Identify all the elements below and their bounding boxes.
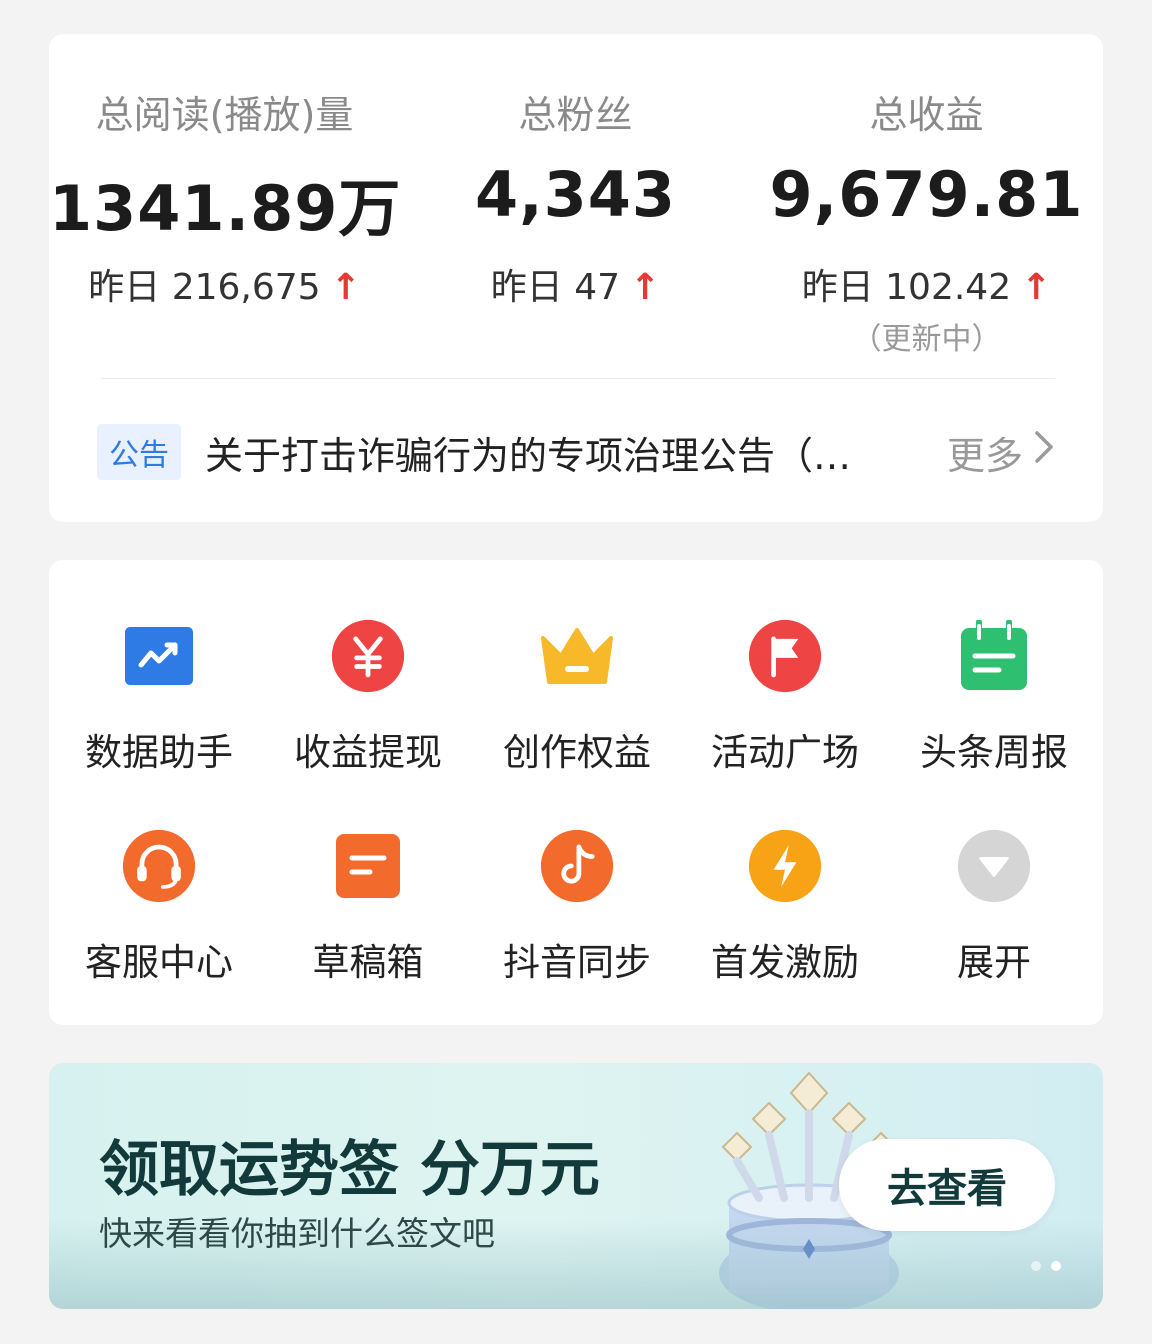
more-link[interactable]: 更多 xyxy=(947,425,1055,480)
stat-yesterday-text: 昨日 216,675 xyxy=(88,267,321,308)
stat-yesterday-text: 昨日 47 xyxy=(490,267,621,308)
tool-creator-rights[interactable]: 创作权益 xyxy=(472,618,682,776)
expand-icon xyxy=(956,828,1032,904)
expand-button[interactable]: 展开 xyxy=(889,828,1099,986)
tool-label: 收益提现 xyxy=(294,731,442,774)
chevron-right-icon xyxy=(1033,429,1055,475)
tool-label: 活动广场 xyxy=(711,731,859,774)
tool-label: 客服中心 xyxy=(85,941,233,984)
tool-data-assistant[interactable]: 数据助手 xyxy=(54,618,264,776)
announcement-text[interactable]: 关于打击诈骗行为的专项治理公告（… xyxy=(205,425,885,480)
crown-icon xyxy=(539,618,615,694)
tool-label: 展开 xyxy=(957,941,1031,984)
promo-banner[interactable]: 领取运势签 分万元 快来看看你抽到什么签文吧 去查看 xyxy=(49,1063,1103,1309)
tool-activity-square[interactable]: 活动广场 xyxy=(680,618,890,776)
divider xyxy=(101,378,1055,379)
tool-first-post-incentive[interactable]: 首发激励 xyxy=(680,828,890,986)
tool-label: 抖音同步 xyxy=(503,941,651,984)
stat-value: 1341.89万 xyxy=(49,172,402,245)
stat-yesterday-text: 昨日 102.42 xyxy=(801,267,1012,308)
banner-subtitle: 快来看看你抽到什么签文吧 xyxy=(99,1214,495,1253)
tool-label: 草稿箱 xyxy=(312,941,424,984)
stat-value: 4,343 xyxy=(474,158,677,231)
carousel-indicator xyxy=(1031,1261,1061,1271)
trend-up-icon: ↑ xyxy=(630,267,661,308)
announcement-bar[interactable]: 公告 关于打击诈骗行为的专项治理公告（… 更多 xyxy=(97,424,1055,480)
updating-note: （更新中） xyxy=(851,322,1002,357)
chart-icon xyxy=(121,618,197,694)
stat-label: 总阅读(播放)量 xyxy=(95,93,354,137)
tool-earnings-withdraw[interactable]: 收益提现 xyxy=(263,618,473,776)
more-label: 更多 xyxy=(946,433,1023,478)
carousel-dot-active[interactable] xyxy=(1051,1261,1061,1271)
announcement-tag: 公告 xyxy=(97,424,181,480)
stat-label: 总收益 xyxy=(869,93,984,137)
tool-weekly-report[interactable]: 头条周报 xyxy=(889,618,1099,776)
tool-label: 创作权益 xyxy=(503,731,651,774)
draft-icon xyxy=(330,828,406,904)
stat-label: 总粉丝 xyxy=(518,93,633,137)
tool-label: 首发激励 xyxy=(711,941,859,984)
trend-up-icon: ↑ xyxy=(1021,267,1052,308)
stats-card: 总阅读(播放)量 1341.89万 昨日 216,675 ↑ 总粉丝 4,343 … xyxy=(49,34,1103,522)
stat-yesterday: 昨日 216,675 ↑ xyxy=(49,258,400,310)
headset-icon xyxy=(121,828,197,904)
trend-up-icon: ↑ xyxy=(330,267,361,308)
flag-icon xyxy=(747,618,823,694)
music-note-icon xyxy=(539,828,615,904)
carousel-dot[interactable] xyxy=(1031,1261,1041,1271)
yen-icon xyxy=(330,618,406,694)
lightning-icon xyxy=(747,828,823,904)
tool-customer-service[interactable]: 客服中心 xyxy=(54,828,264,986)
stat-yesterday: 昨日 47 ↑ xyxy=(400,258,751,310)
calendar-icon xyxy=(956,618,1032,694)
tool-drafts[interactable]: 草稿箱 xyxy=(263,828,473,986)
stat-yesterday: 昨日 102.42 ↑ xyxy=(751,258,1102,310)
tools-grid: 数据助手 收益提现 创作权益 活动广场 头条周报 客服中心 草稿箱 抖音同步 首… xyxy=(49,560,1103,1025)
stat-value: 9,679.81 xyxy=(769,158,1084,231)
tool-label: 数据助手 xyxy=(85,731,233,774)
tool-douyin-sync[interactable]: 抖音同步 xyxy=(472,828,682,986)
tool-label: 头条周报 xyxy=(920,731,1068,774)
banner-title: 领取运势签 分万元 xyxy=(99,1135,600,1205)
view-button[interactable]: 去查看 xyxy=(839,1139,1055,1231)
